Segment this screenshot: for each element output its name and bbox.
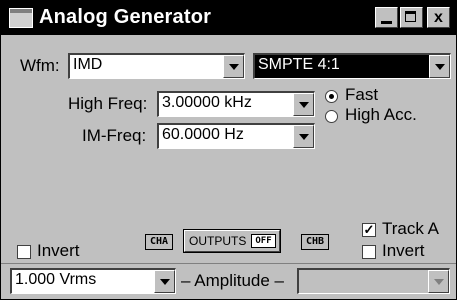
track-a-checkbox[interactable]: ✓: [362, 223, 376, 237]
analog-generator-window: Analog Generator x Wfm: IMD SMPTE 4:1 Hi…: [0, 0, 457, 300]
radio-selected-dot: [329, 94, 334, 99]
invert-a-checkbox[interactable]: [17, 245, 31, 259]
chevron-down-icon: [299, 134, 309, 140]
high-acc-label[interactable]: High Acc.: [345, 105, 417, 125]
im-freq-value: 60.0000 Hz: [162, 126, 244, 143]
amplitude-label: – Amplitude –: [181, 271, 285, 290]
minimize-icon: [381, 21, 392, 24]
waveform-type-value: SMPTE 4:1: [258, 56, 340, 73]
amplitude-b-dropdown-button[interactable]: [428, 270, 449, 293]
outputs-label: OUTPUTS: [189, 234, 247, 248]
im-freq-select[interactable]: 60.0000 Hz: [157, 123, 315, 149]
amplitude-b-select[interactable]: [297, 268, 450, 294]
cha-indicator: CHA: [145, 234, 173, 250]
fast-label[interactable]: Fast: [345, 85, 378, 105]
minimize-button[interactable]: [375, 7, 398, 28]
fast-radio[interactable]: [325, 90, 338, 103]
waveform-type-dropdown-button[interactable]: [429, 55, 450, 78]
outputs-state-badge: OFF: [251, 234, 276, 248]
close-icon: x: [434, 8, 443, 26]
waveform-type-select[interactable]: SMPTE 4:1: [253, 53, 451, 79]
high-freq-select[interactable]: 3.00000 kHz: [157, 91, 315, 117]
chevron-down-icon: [160, 279, 170, 285]
title-bar[interactable]: Analog Generator x: [1, 1, 456, 35]
waveform-value: IMD: [73, 56, 103, 73]
chevron-down-icon: [229, 64, 239, 70]
amplitude-a-value: 1.000 Vrms: [15, 271, 97, 288]
maximize-button[interactable]: [400, 7, 423, 28]
high-freq-dropdown-button[interactable]: [293, 93, 314, 116]
high-freq-value: 3.00000 kHz: [162, 94, 252, 111]
high-freq-label: High Freq:: [68, 94, 148, 113]
invert-a-label[interactable]: Invert: [37, 241, 80, 261]
chb-indicator: CHB: [301, 234, 329, 250]
im-freq-label: IM-Freq:: [82, 126, 147, 145]
invert-b-label[interactable]: Invert: [382, 241, 425, 261]
chevron-down-icon: [434, 279, 444, 285]
waveform-dropdown-button[interactable]: [223, 55, 244, 78]
window-title: Analog Generator: [39, 6, 212, 28]
separator: [1, 263, 456, 264]
close-button[interactable]: x: [427, 7, 450, 28]
chevron-down-icon: [435, 64, 445, 70]
high-acc-radio[interactable]: [325, 110, 338, 123]
amplitude-a-select[interactable]: 1.000 Vrms: [10, 268, 176, 294]
window-app-icon[interactable]: [9, 8, 33, 28]
track-a-label[interactable]: Track A: [382, 219, 439, 239]
invert-b-checkbox[interactable]: [362, 245, 376, 259]
chevron-down-icon: [299, 102, 309, 108]
amplitude-a-dropdown-button[interactable]: [154, 270, 175, 293]
maximize-icon: [405, 11, 416, 22]
waveform-label: Wfm:: [20, 56, 60, 75]
im-freq-dropdown-button[interactable]: [293, 125, 314, 148]
outputs-button[interactable]: OUTPUTS OFF: [183, 229, 281, 253]
waveform-select[interactable]: IMD: [68, 53, 245, 79]
